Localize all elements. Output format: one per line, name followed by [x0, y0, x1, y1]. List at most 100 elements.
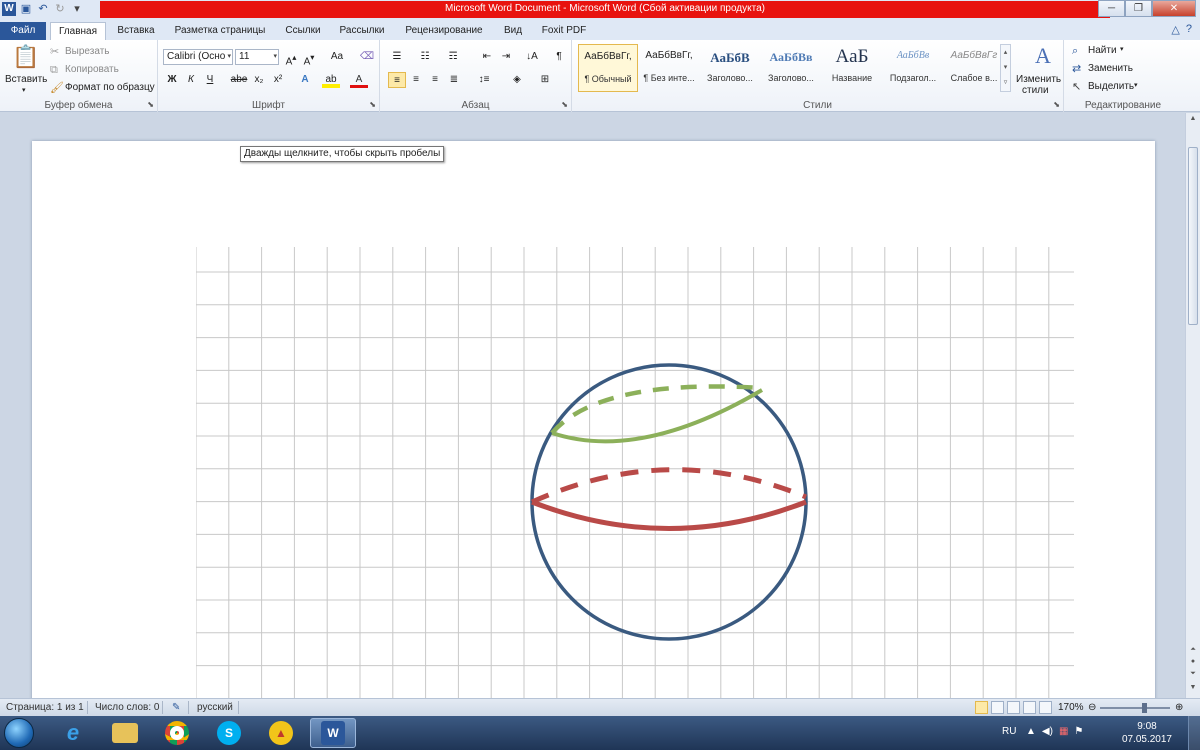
find-dropdown-icon[interactable]: ▾ — [1120, 45, 1124, 53]
replace-button[interactable]: Заменить — [1088, 63, 1133, 74]
zoom-in-button[interactable]: ⊕ — [1175, 702, 1183, 713]
scroll-down-icon[interactable]: ▼ — [1188, 684, 1198, 694]
word-logo-icon[interactable]: W — [2, 2, 16, 16]
dialog-launcher-icon[interactable]: ⬊ — [1053, 100, 1060, 109]
tab-mailings[interactable]: Рассылки — [334, 22, 390, 40]
highlight-icon[interactable]: ab — [322, 72, 340, 88]
align-left-icon[interactable]: ≡ — [388, 72, 406, 88]
grow-font-button[interactable]: A▴ — [282, 49, 300, 67]
sort-icon[interactable]: ↓A — [523, 49, 541, 65]
dialog-launcher-icon[interactable]: ⬊ — [369, 100, 376, 109]
decrease-indent-icon[interactable]: ⇤ — [478, 49, 496, 65]
style-title[interactable]: AaБ Название — [822, 44, 882, 92]
styles-gallery-scroll[interactable]: ▴ ▾ ▿ — [1000, 44, 1011, 92]
minimize-button[interactable]: ─ — [1098, 0, 1125, 17]
bullets-icon[interactable]: ☰ — [388, 49, 406, 65]
font-size-combo[interactable]: 11 ▾ — [235, 49, 279, 65]
underline-button[interactable]: Ч — [201, 72, 219, 88]
close-button[interactable]: ✕ — [1152, 0, 1196, 17]
tab-references[interactable]: Ссылки — [278, 22, 328, 40]
line-spacing-icon[interactable]: ↕≡ — [475, 72, 493, 88]
find-button[interactable]: Найти — [1088, 45, 1117, 56]
clock[interactable]: 9:08 07.05.2017 — [1122, 720, 1172, 746]
shrink-font-button[interactable]: A▾ — [300, 49, 318, 67]
tray-language[interactable]: RU — [1002, 726, 1016, 737]
taskbar-chrome[interactable] — [154, 718, 200, 748]
start-button[interactable] — [4, 718, 34, 748]
tab-page-layout[interactable]: Разметка страницы — [168, 22, 272, 40]
zoom-slider[interactable] — [1100, 703, 1170, 713]
style-heading-2[interactable]: АаБбВв Заголово... — [761, 44, 821, 92]
subscript-button[interactable]: x₂ — [250, 72, 268, 88]
format-painter-button[interactable]: Формат по образцу — [65, 82, 155, 93]
help-icon[interactable]: ? — [1186, 23, 1192, 36]
zoom-level[interactable]: 170% — [1058, 702, 1084, 713]
multilevel-list-icon[interactable]: ☶ — [444, 49, 462, 65]
align-right-icon[interactable]: ≡ — [426, 72, 444, 88]
language-indicator[interactable]: русский — [197, 702, 233, 713]
network-icon[interactable]: ▦ — [1059, 726, 1068, 737]
maximize-button[interactable]: ❐ — [1125, 0, 1152, 17]
show-formatting-icon[interactable]: ¶ — [550, 49, 568, 65]
next-page-icon[interactable]: ⏷ — [1188, 670, 1198, 680]
change-styles-button-line2[interactable]: стили — [1022, 85, 1049, 96]
tab-insert[interactable]: Вставка — [110, 22, 162, 40]
word-count[interactable]: Число слов: 0 — [95, 702, 159, 713]
tab-file[interactable]: Файл — [0, 22, 46, 40]
volume-icon[interactable]: ◀) — [1042, 726, 1053, 737]
style-no-spacing[interactable]: АаБбВвГг, ¶ Без инте... — [639, 44, 699, 92]
tab-view[interactable]: Вид — [498, 22, 528, 40]
undo-icon[interactable]: ↶ — [36, 2, 50, 16]
proofing-icon[interactable]: ✎ — [172, 702, 180, 713]
tab-review[interactable]: Рецензирование — [396, 22, 492, 40]
dialog-launcher-icon[interactable]: ⬊ — [561, 100, 568, 109]
customize-qat-icon[interactable]: ▾ — [70, 2, 84, 16]
taskbar-app[interactable]: ▲ — [258, 718, 304, 748]
paste-icon[interactable]: 📋 — [12, 44, 39, 70]
print-layout-view-icon[interactable] — [975, 701, 988, 714]
font-color-icon[interactable]: A — [350, 72, 368, 88]
dialog-launcher-icon[interactable]: ⬊ — [147, 100, 154, 109]
scroll-up-icon[interactable]: ▲ — [1188, 115, 1198, 125]
minimize-ribbon-icon[interactable]: △ — [1171, 23, 1179, 36]
paste-button[interactable]: Вставить — [5, 74, 47, 85]
justify-icon[interactable]: ≣ — [445, 72, 463, 88]
full-screen-reading-icon[interactable] — [991, 701, 1004, 714]
save-icon[interactable]: ▣ — [19, 2, 33, 16]
taskbar-word[interactable]: W — [310, 718, 356, 748]
change-case-button[interactable]: Aa — [328, 49, 346, 65]
draft-view-icon[interactable] — [1039, 701, 1052, 714]
italic-button[interactable]: К — [182, 72, 200, 88]
bold-button[interactable]: Ж — [163, 72, 181, 88]
taskbar-explorer[interactable] — [102, 718, 148, 748]
prev-page-icon[interactable]: ⏶ — [1188, 646, 1198, 656]
shading-icon[interactable]: ◈ — [508, 72, 526, 88]
taskbar-skype[interactable]: S — [206, 718, 252, 748]
zoom-out-button[interactable]: ⊖ — [1088, 702, 1096, 713]
font-name-combo[interactable]: Calibri (Осно ▾ — [163, 49, 233, 65]
text-effects-icon[interactable]: A — [296, 72, 314, 88]
flag-icon[interactable]: ⚑ — [1074, 726, 1083, 737]
borders-icon[interactable]: ⊞ — [536, 72, 554, 88]
cut-button[interactable]: Вырезать — [65, 46, 109, 57]
scroll-thumb[interactable] — [1188, 147, 1198, 325]
select-button[interactable]: Выделить — [1088, 81, 1134, 92]
superscript-button[interactable]: x² — [269, 72, 287, 88]
taskbar-ie[interactable]: e — [50, 718, 96, 748]
copy-button[interactable]: Копировать — [65, 64, 119, 75]
show-desktop-button[interactable] — [1188, 716, 1200, 750]
align-center-icon[interactable]: ≡ — [407, 72, 425, 88]
select-dropdown-icon[interactable]: ▾ — [1134, 81, 1138, 89]
paste-dropdown-icon[interactable]: ▾ — [22, 86, 26, 94]
redo-icon[interactable]: ↻ — [53, 2, 67, 16]
style-subtle-emphasis[interactable]: АаБбВвГг Слабое в... — [944, 44, 1004, 92]
style-normal[interactable]: АаБбВвГг, ¶ Обычный — [578, 44, 638, 92]
tab-foxit-pdf[interactable]: Foxit PDF — [534, 22, 594, 40]
zoom-slider-knob[interactable] — [1142, 703, 1147, 713]
browse-object-icon[interactable]: ● — [1188, 658, 1198, 668]
style-subtitle[interactable]: АаБбВв Подзагол... — [883, 44, 943, 92]
tray-expand-icon[interactable]: ▲ — [1026, 726, 1036, 737]
strikethrough-button[interactable]: abe — [230, 72, 248, 88]
change-styles-button[interactable]: Изменить — [1016, 74, 1061, 85]
tab-home[interactable]: Главная — [50, 22, 106, 40]
